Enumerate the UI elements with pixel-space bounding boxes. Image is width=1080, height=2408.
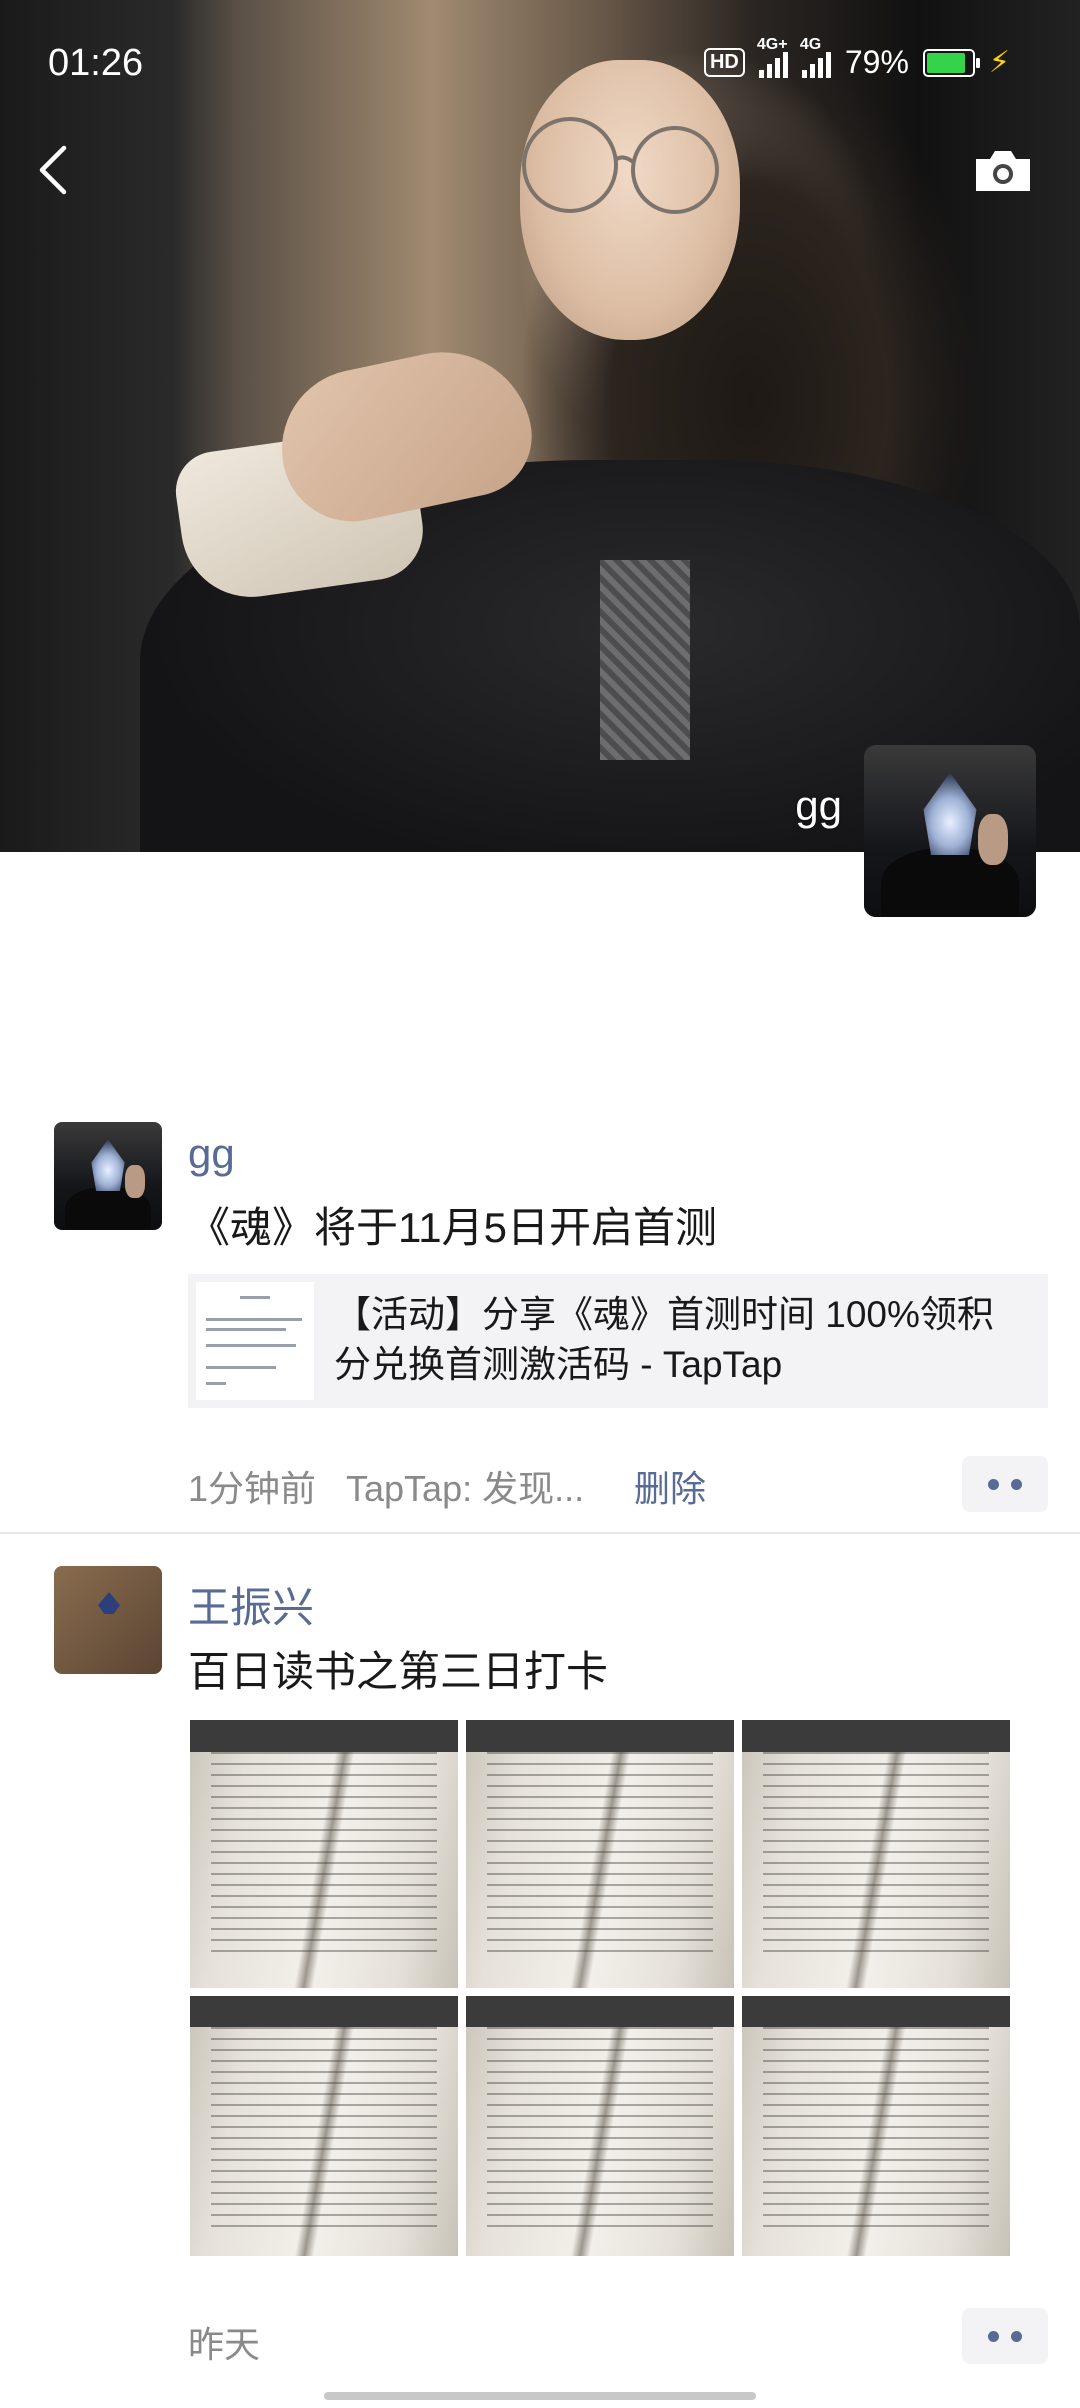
avatar-logo: [98, 1592, 120, 1614]
more-button[interactable]: [962, 1456, 1048, 1512]
post-text: 《魂》将于11月5日开启首测: [188, 1204, 717, 1251]
cover-lining: [600, 560, 690, 760]
battery-level: [926, 52, 965, 73]
home-indicator[interactable]: [324, 2392, 756, 2400]
signal-icon-1: 4G+: [757, 36, 788, 78]
back-button[interactable]: [30, 140, 80, 200]
post-text: 百日读书之第三日打卡: [188, 1648, 609, 1695]
hd-icon: HD: [703, 48, 745, 77]
post-photo[interactable]: [190, 1720, 458, 1988]
battery-percent: 79%: [844, 44, 909, 80]
delete-link[interactable]: 删除: [634, 1460, 706, 1512]
battery-icon: [922, 48, 980, 77]
shared-link-thumbnail: [196, 1282, 314, 1400]
status-icons: HD 4G+ 4G 79% ⚡: [703, 36, 1010, 81]
post-avatar[interactable]: [54, 1566, 162, 1674]
post-source[interactable]: TapTap: 发现...: [346, 1460, 584, 1512]
owner-name: gg: [795, 782, 842, 829]
post-photo[interactable]: [190, 1996, 458, 2256]
post-avatar[interactable]: [54, 1122, 162, 1230]
chevron-left-icon: [39, 145, 67, 195]
post-author[interactable]: gg: [188, 1130, 235, 1178]
post-photo[interactable]: [466, 1720, 734, 1988]
network-label-1: 4G+: [756, 35, 788, 53]
avatar-image: [54, 1122, 162, 1230]
more-dots-icon: [988, 2330, 999, 2342]
post-time: 昨天: [188, 2324, 261, 2365]
shared-link-title: 【活动】分享《魂》首测时间 100%领积分兑换首测激活码 - TapTap: [334, 1294, 994, 1385]
camera-button[interactable]: [972, 145, 1034, 195]
charging-bolt-icon: ⚡: [988, 46, 1010, 79]
post-author[interactable]: 王振兴: [188, 1574, 314, 1635]
more-button[interactable]: [962, 2308, 1048, 2364]
post-photo[interactable]: [742, 1996, 1010, 2256]
post-photo[interactable]: [742, 1720, 1010, 1988]
status-bar: 01:26 HD 4G+ 4G 79% ⚡: [0, 0, 1080, 130]
post-time: 1分钟前: [188, 1468, 317, 1509]
camera-icon: [976, 151, 1030, 191]
owner-avatar-image: [864, 745, 1036, 917]
network-label-2: 4G: [799, 35, 822, 53]
photo-grid: [190, 1720, 1010, 2256]
shared-link-card[interactable]: 【活动】分享《魂》首测时间 100%领积分兑换首测激活码 - TapTap: [188, 1274, 1048, 1408]
more-dots-icon: [988, 1478, 999, 1490]
status-time: 01:26: [48, 42, 144, 84]
post-divider: [0, 1532, 1080, 1534]
owner-avatar[interactable]: [864, 745, 1036, 917]
post-photo[interactable]: [466, 1996, 734, 2256]
signal-icon-2: 4G: [800, 36, 831, 78]
